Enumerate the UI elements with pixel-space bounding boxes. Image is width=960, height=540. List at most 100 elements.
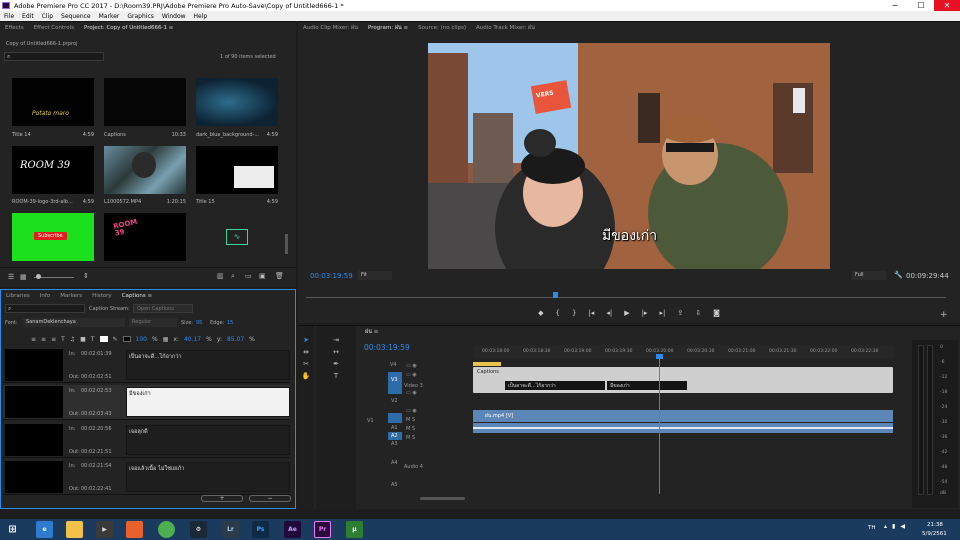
mark-in-icon[interactable]: { [556, 309, 560, 323]
network-icon[interactable]: ▮ [892, 523, 895, 535]
thumbnail-l1000572[interactable] [104, 146, 186, 194]
firefox-icon[interactable] [126, 521, 143, 538]
track-select-icon[interactable]: ⇥ [333, 336, 339, 344]
out-time[interactable]: 00:02:03:43 [81, 411, 112, 417]
tab-source[interactable]: Source: (no clips) [413, 25, 471, 31]
menu-clip[interactable]: Clip [38, 13, 57, 20]
source-v1[interactable]: V1 [367, 418, 374, 424]
tab-markers[interactable]: Markers [55, 293, 87, 299]
ie-icon[interactable]: e [36, 521, 53, 538]
automate-icon[interactable]: ▥ [217, 272, 224, 280]
new-item-icon[interactable]: ▣ [259, 272, 266, 280]
out-time[interactable]: 00:02:21:51 [81, 449, 112, 455]
quality-select[interactable]: Full [852, 271, 886, 280]
marker-icon[interactable]: ◆ [538, 309, 543, 323]
remove-caption-button[interactable]: − [249, 495, 291, 502]
track-label-a4[interactable]: A4 [391, 460, 398, 466]
thumbnail-dark-blue-background[interactable] [196, 78, 278, 126]
close-button[interactable]: ✕ [934, 0, 960, 11]
tab-program[interactable]: Program: ฝน [363, 24, 413, 32]
caption-text-field[interactable]: มีของเก่า [126, 387, 290, 417]
caption-search-input[interactable]: ⌕ [5, 304, 85, 313]
thumbnail-audio[interactable]: ∿ [196, 213, 278, 261]
tab-captions[interactable]: Captions [117, 293, 157, 299]
text-icon[interactable]: T [61, 336, 65, 343]
x-value[interactable]: 40.17 [184, 336, 201, 343]
out-time[interactable]: 00:02:02:51 [81, 374, 112, 380]
new-bin-icon[interactable]: ▭ [245, 272, 252, 280]
music-icon[interactable]: ♫ [70, 336, 75, 343]
thumbnail-room39-logo[interactable]: ROOM 39 [12, 146, 94, 194]
caption-clip[interactable]: มีของเก่า [607, 381, 687, 390]
toggle-row[interactable]: M S [406, 425, 436, 434]
y-value[interactable]: 85.07 [227, 336, 244, 343]
captions-clip[interactable]: Captions เป็นอาจะดี...ไก้อากว่า มีของเก่… [473, 367, 893, 393]
premiere-taskbar-icon[interactable]: Pr [314, 521, 331, 538]
extract-icon[interactable]: ⇩ [695, 309, 701, 323]
audio-clip[interactable] [473, 423, 893, 433]
program-video-frame[interactable]: VERS มีของเก่า [428, 43, 830, 269]
track-target-v1[interactable] [388, 413, 402, 423]
trash-icon[interactable]: 🗑 [275, 272, 284, 280]
subtitle-overlay[interactable]: มีของเก่า [602, 225, 657, 247]
menu-file[interactable]: File [0, 13, 18, 20]
tab-effect-controls[interactable]: Effect Controls [29, 25, 79, 31]
tray-up-icon[interactable]: ▴ [884, 523, 887, 535]
export-frame-icon[interactable]: ◙ [713, 309, 720, 323]
chrome-icon[interactable] [158, 521, 175, 538]
timeline-timecode[interactable]: 00:03:19:59 [364, 343, 410, 352]
lift-icon[interactable]: ⇪ [677, 309, 683, 323]
caption-text-field[interactable]: เป็นอาจะดี...ไก้อากว่า [126, 350, 290, 380]
fit-select[interactable]: Fit [358, 271, 392, 280]
thumbnail-title-15[interactable] [196, 146, 278, 194]
windows-start-icon[interactable]: ⊞ [4, 521, 21, 538]
wrench-icon[interactable]: 🔧 [894, 271, 903, 279]
in-time[interactable]: 00:02:01:39 [81, 351, 112, 357]
clock-time[interactable]: 21:38 [927, 522, 943, 528]
align-center-icon[interactable]: ≡ [41, 336, 46, 343]
selection-tool-icon[interactable]: ➤ [303, 336, 309, 344]
toggle-row[interactable]: M S [406, 416, 436, 425]
track-label-v4[interactable]: V4 [390, 362, 397, 368]
caption-stream-select[interactable]: Open Captions [133, 304, 193, 313]
list-view-icon[interactable]: ☰ [8, 273, 14, 281]
clock-date[interactable]: 5/9/2561 [922, 531, 947, 537]
in-time[interactable]: 00:02:20:56 [81, 426, 112, 432]
caption-row[interactable]: In: 00:02:20:56 Out: 00:02:21:51 เจอลุกด… [3, 423, 290, 458]
menu-graphics[interactable]: Graphics [123, 13, 158, 20]
photoshop-icon[interactable]: Ps [252, 521, 269, 538]
in-time[interactable]: 00:02:21:54 [81, 463, 112, 469]
sort-icon[interactable]: ⇕ [83, 272, 89, 280]
slip-tool-icon[interactable]: ↔ [333, 348, 339, 356]
text-color-icon[interactable]: T [91, 336, 95, 343]
caption-row[interactable]: In: 00:02:01:39 Out: 00:02:02:51 เป็นอาจ… [3, 348, 290, 383]
font-style-select[interactable]: Regular [129, 318, 177, 327]
size-value[interactable]: 95 [196, 320, 202, 326]
tab-history[interactable]: History [87, 293, 117, 299]
add-caption-button[interactable]: + [201, 495, 243, 502]
zoom-slider-handle[interactable] [36, 274, 41, 279]
maximize-button[interactable]: ☐ [908, 0, 934, 11]
icon-view-icon[interactable]: ▦ [20, 273, 27, 281]
menu-window[interactable]: Window [158, 13, 190, 20]
type-tool-icon[interactable]: T [334, 372, 338, 380]
position-grid-icon[interactable]: ▦ [163, 336, 169, 343]
menu-sequence[interactable]: Sequence [57, 13, 95, 20]
track-label-a3[interactable]: A3 [391, 441, 398, 447]
caption-row-selected[interactable]: In: 00:02:02:53 Out: 00:02:03:43 มีของเก… [3, 385, 290, 420]
bg-swatch[interactable] [122, 336, 131, 342]
mark-out-icon[interactable]: } [572, 309, 576, 323]
menu-marker[interactable]: Marker [95, 13, 124, 20]
tab-effects[interactable]: Effects [0, 25, 29, 31]
file-explorer-icon[interactable] [66, 521, 83, 538]
eyedropper-icon[interactable]: ✎ [113, 336, 118, 343]
in-time[interactable]: 00:02:02:53 [81, 388, 112, 394]
go-to-in-icon[interactable]: |◂ [588, 309, 594, 323]
add-button-icon[interactable]: + [940, 310, 948, 320]
caption-clip[interactable]: เป็นอาจะดี...ไก้อากว่า [505, 381, 605, 390]
track-label-v3[interactable]: V3 [391, 377, 398, 383]
thumbnail-captions[interactable] [104, 78, 186, 126]
toggle-row[interactable]: ▭ ◉ [406, 371, 436, 380]
minimize-button[interactable]: ─ [882, 0, 908, 11]
thumbnail-subscribe[interactable]: Subscribe [12, 213, 94, 261]
